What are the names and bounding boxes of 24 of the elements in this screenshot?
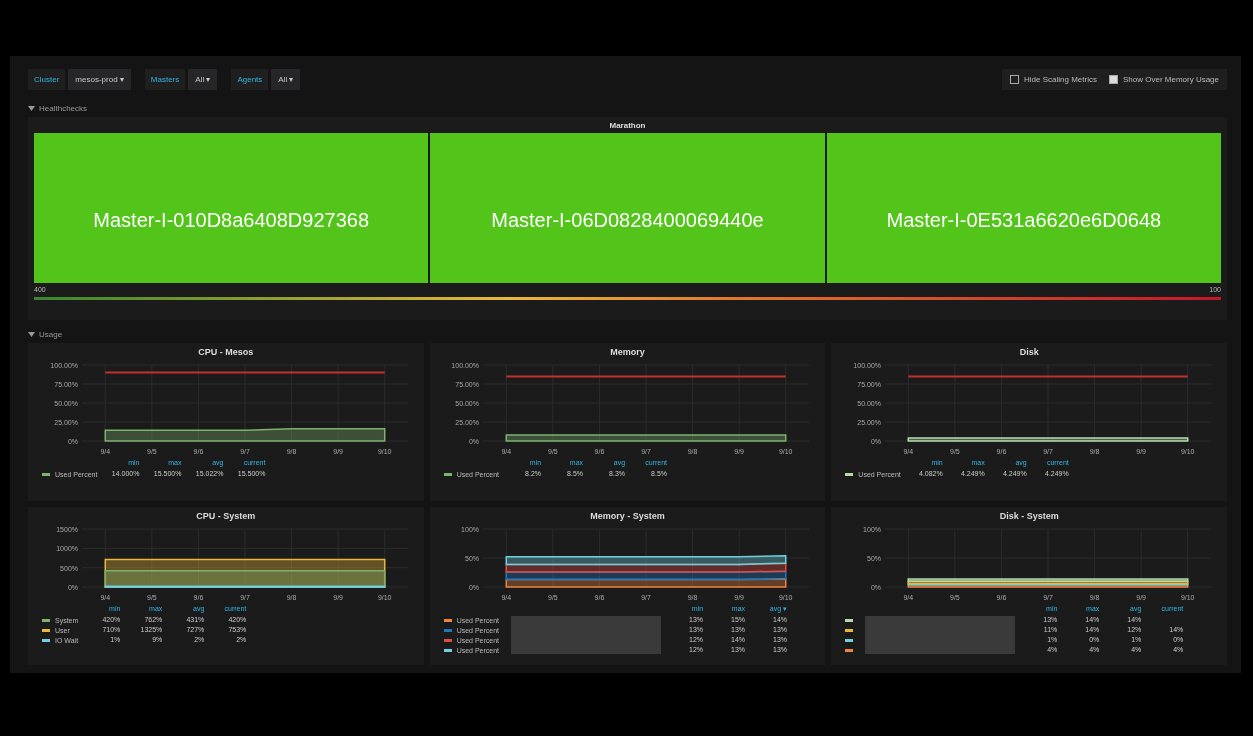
variable-label: Agents [231,68,269,90]
panel-title: CPU - System [196,511,256,521]
toggle-label[interactable]: Show Over Memory Usage [1122,74,1219,84]
panel-title: Disk - System [999,511,1059,521]
checkbox[interactable] [1010,74,1020,84]
host-name: Master-I-0E531a6620e6D0648 [886,208,1162,232]
host-name: Master-I-010D8a6408D927368 [93,208,370,232]
chevron-down-icon[interactable] [28,332,35,337]
panel-title: Disk [1019,347,1039,357]
variable-label: Cluster [28,68,66,90]
checkbox[interactable] [1108,74,1118,84]
variable-label: Masters [144,68,186,90]
variable-dropdown[interactable]: All ▾ [271,68,301,90]
variable-dropdown[interactable]: All ▾ [188,68,218,90]
panel-title: Memory - System [590,511,665,521]
chevron-down-icon[interactable] [28,106,35,111]
row-title[interactable]: Healthchecks [39,104,88,113]
host-name: Master-I-06D0828400069440e [491,208,764,232]
variable-dropdown[interactable]: mesos-prod ▾ [68,68,131,90]
panel-title: Marathon [608,121,647,130]
panel-title: CPU - Mesos [198,347,254,357]
toggle-label[interactable]: Hide Scaling Metrics [1024,74,1097,84]
row-title[interactable]: Usage [39,330,63,339]
panel-title: Memory [610,347,645,357]
